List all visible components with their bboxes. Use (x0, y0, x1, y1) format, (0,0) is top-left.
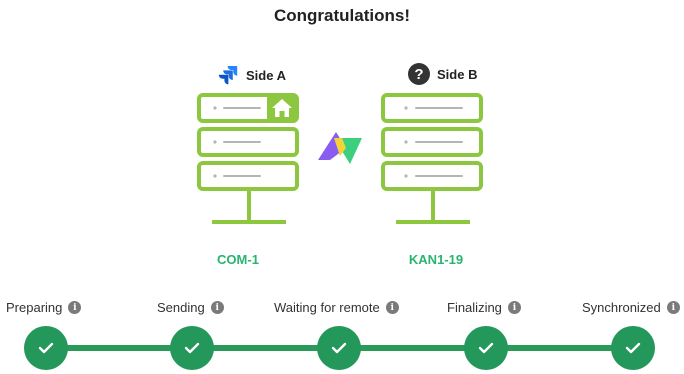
checkmark-icon (625, 342, 641, 354)
jira-logo-icon (216, 63, 240, 87)
question-mark-icon: ? (408, 63, 430, 85)
step-label-preparing: Preparing i (6, 300, 82, 315)
info-icon[interactable]: i (68, 301, 82, 314)
step-label-synchronized: Synchronized i (582, 300, 680, 315)
sync-progress: Preparing i Sending i Waiting for remote… (0, 296, 684, 374)
side-b-instance[interactable]: KAN1-19 (394, 252, 478, 267)
step-label-waiting-for-remote: Waiting for remote i (274, 300, 399, 315)
checkmark-icon (331, 342, 347, 354)
side-a-label: Side A (246, 67, 286, 83)
step-synchronized-complete (611, 326, 655, 370)
checkmark-icon (478, 342, 494, 354)
step-label-sending: Sending i (157, 300, 224, 315)
step-finalizing-complete (464, 326, 508, 370)
server-b-icon (381, 93, 483, 224)
step-sending-complete (170, 326, 214, 370)
info-icon[interactable]: i (507, 301, 521, 314)
info-icon[interactable]: i (666, 301, 680, 314)
page-title: Congratulations! (274, 6, 410, 25)
checkmark-icon (184, 342, 200, 354)
info-icon[interactable]: i (385, 301, 399, 314)
step-preparing-complete (24, 326, 68, 370)
exalate-sync-logo-icon (318, 132, 362, 164)
info-icon[interactable]: i (210, 301, 224, 314)
step-label-finalizing: Finalizing i (447, 300, 521, 315)
checkmark-icon (38, 342, 54, 354)
side-b-header: ? Side B (408, 63, 477, 85)
server-a-icon (197, 93, 299, 224)
step-waiting-for-remote-complete (317, 326, 361, 370)
side-a-header: Side A (216, 63, 286, 87)
side-a-instance[interactable]: COM-1 (196, 252, 280, 267)
side-b-label: Side B (437, 66, 478, 82)
